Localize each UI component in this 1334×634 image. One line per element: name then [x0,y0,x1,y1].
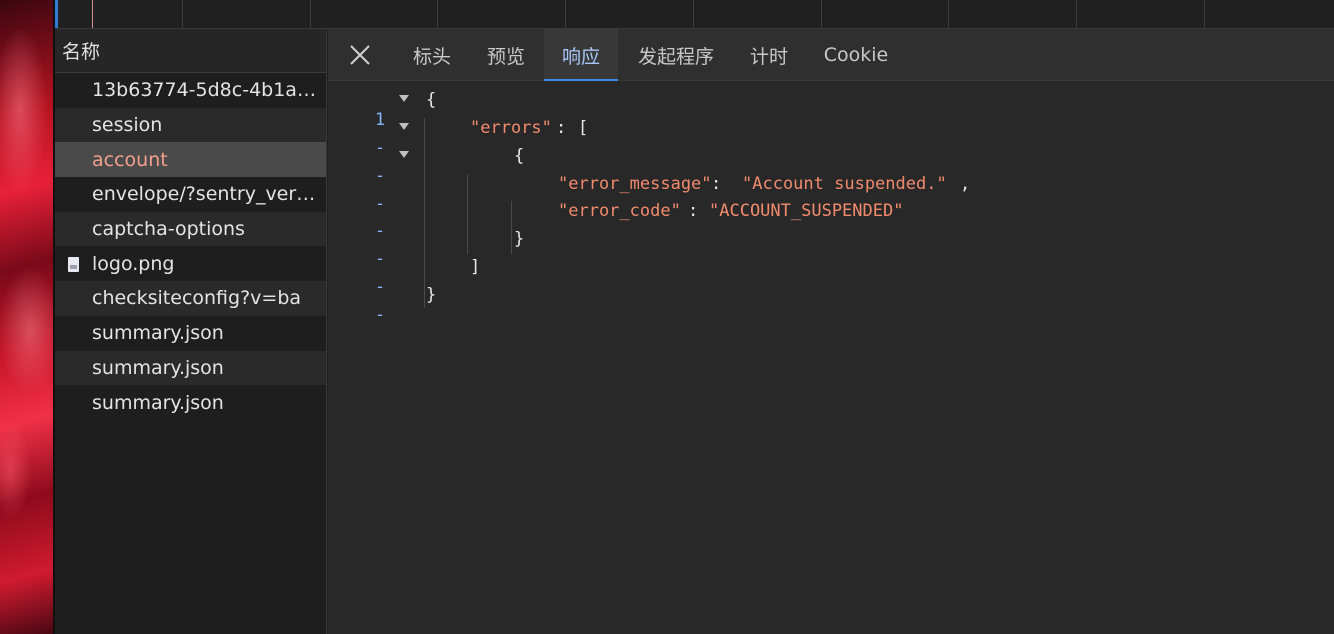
request-row[interactable]: envelope/?sentry_version=7 [55,177,326,212]
code-line: - ] [328,257,1334,297]
request-detail-panel: 标头 预览 响应 发起程序 计时 Cookie 1 {- "errors":… [328,29,1334,634]
request-row[interactable]: checksiteconfig?v=ba [55,281,326,316]
request-name: summary.json [92,391,224,414]
close-icon[interactable] [348,43,372,67]
json-open-bracket: [ [578,118,589,138]
request-name: checksiteconfig?v=ba [92,287,302,310]
network-waterfall-overview[interactable] [55,0,1334,29]
waterfall-gridline [565,0,566,28]
waterfall-gridline [182,0,183,28]
json-key-error-message: "error_message" [558,174,712,194]
waterfall-gridline [693,0,694,28]
json-inner-open-brace: { [514,146,525,166]
request-row[interactable]: summary.json [55,315,326,351]
json-key-errors: "errors" [470,118,552,138]
waterfall-blue-marker [55,0,58,28]
request-row[interactable]: logo.png [55,246,326,282]
name-column-label: 名称 [62,41,101,63]
code-line: - "error_message" : "Account suspended."… [328,174,1334,214]
json-close-bracket: ] [470,257,481,277]
tab-label: 标头 [412,45,451,68]
fold-arrow-icon[interactable] [399,123,409,130]
waterfall-red-marker [92,0,93,28]
tab-initiator[interactable]: 发起程序 [626,29,726,81]
json-key-error-code: "error_code" [558,201,681,221]
waterfall-gridline [437,0,438,28]
request-row[interactable]: 13b63774-5d8c-4b1a-9f0e-7c2d [55,73,326,108]
waterfall-gridline [1204,0,1205,28]
request-name: captcha-options [92,218,245,241]
request-name: session [92,114,163,137]
request-name: 13b63774-5d8c-4b1a-9f0e-7c2d [92,79,320,102]
request-name: summary.json [92,322,224,345]
desktop-wallpaper [0,0,53,634]
tab-preview[interactable]: 预览 [474,29,538,81]
code-line: - "errors" : [ [328,118,1334,158]
response-code-viewer[interactable]: 1 { - "errors" : [ - { - "error_message"… [328,86,1334,626]
tab-timing[interactable]: 计时 [738,29,800,81]
fold-arrow-icon[interactable] [399,151,409,158]
request-row[interactable]: session [55,107,326,143]
line-marker: - [374,305,386,325]
name-column-header[interactable]: 名称 [55,29,326,73]
json-close-brace: } [426,285,437,305]
json-comma: , [960,174,971,194]
request-name: logo.png [92,252,175,275]
tab-response[interactable]: 响应 [544,29,618,81]
code-line: - } [328,285,1334,325]
tab-label: Cookie [823,44,889,66]
code-line: - } [328,229,1334,269]
tab-label: 预览 [486,45,525,68]
json-value-error-code: "ACCOUNT_SUSPENDED" [709,201,904,221]
waterfall-gridline [310,0,311,28]
tab-headers[interactable]: 标头 [400,29,464,81]
tab-label: 响应 [561,45,600,68]
tab-cookies[interactable]: Cookie [812,29,900,81]
request-row[interactable]: captcha-options [55,211,326,247]
tab-label: 发起程序 [637,45,714,68]
json-colon: : [688,201,699,221]
json-colon: : [556,118,567,138]
waterfall-gridline [948,0,949,28]
request-list-panel: 名称 13b63774-5d8c-4b1a-9f0e-7c2d session … [55,29,327,634]
code-line: - { [328,146,1334,186]
tab-label: 计时 [749,45,788,68]
code-line: - "error_code" : "ACCOUNT_SUSPENDED" [328,201,1334,241]
request-row-selected[interactable]: account [55,142,326,178]
request-name: envelope/?sentry_version=7 [92,183,320,206]
detail-tabbar: 标头 预览 响应 发起程序 计时 Cookie [328,29,1334,81]
request-row[interactable]: summary.json [55,385,326,420]
waterfall-gridline [1076,0,1077,28]
image-file-icon [68,257,79,273]
json-open-brace: { [426,90,437,110]
devtools-network-window: 名称 13b63774-5d8c-4b1a-9f0e-7c2d session … [0,0,1334,634]
json-colon: : [711,174,722,194]
code-line: 1 { [328,90,1334,130]
request-name: summary.json [92,356,224,379]
request-name: account [92,148,168,171]
request-row[interactable]: summary.json [55,350,326,386]
json-inner-close-brace: } [514,229,525,249]
fold-arrow-icon[interactable] [399,95,409,102]
waterfall-gridline [821,0,822,28]
json-value-error-message: "Account suspended." [742,174,947,194]
